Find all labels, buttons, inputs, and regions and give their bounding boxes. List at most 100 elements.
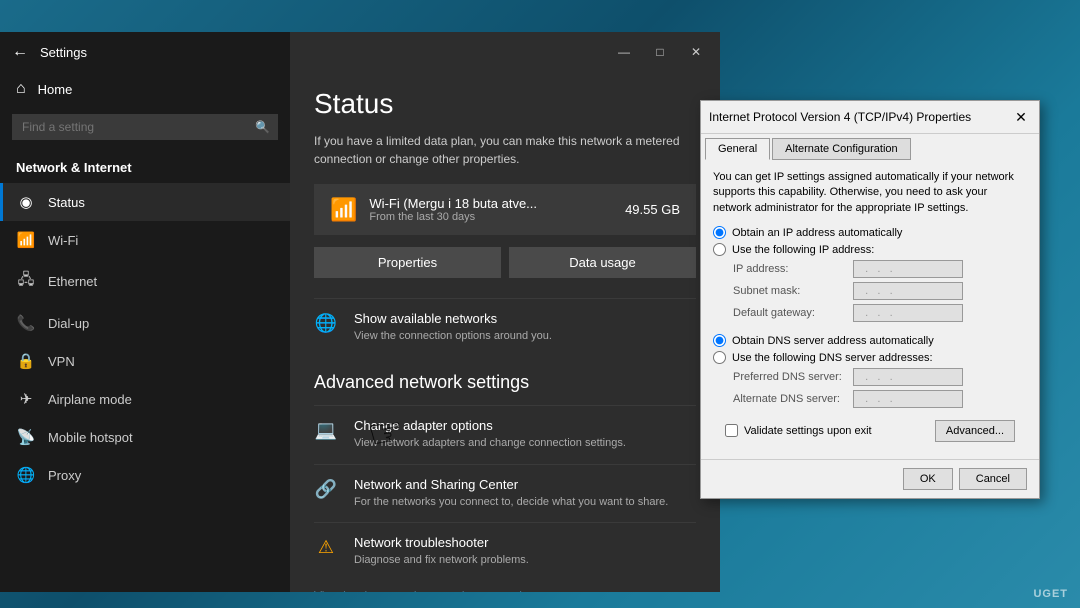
sidebar-item-hotspot[interactable]: 📡 Mobile hotspot [0,418,290,456]
dialog-title-label: Internet Protocol Version 4 (TCP/IPv4) P… [709,110,971,124]
alternate-dns-row: Alternate DNS server: [713,390,1027,408]
settings-title-label: Settings [40,45,87,60]
preferred-dns-input[interactable] [853,368,963,386]
maximize-button[interactable]: □ [644,36,676,68]
sidebar-item-dialup[interactable]: 📞 Dial-up [0,304,290,342]
cancel-button[interactable]: Cancel [959,468,1027,490]
airplane-icon: ✈ [16,390,36,408]
tcpip-dialog: Internet Protocol Version 4 (TCP/IPv4) P… [700,100,1040,499]
sharing-center-item[interactable]: 🔗 Network and Sharing Center For the net… [314,464,696,522]
nav-list: ◉ Status 📶 Wi-Fi 🖧 Ethernet 📞 Dial-up 🔒 … [0,183,290,592]
sharing-icon: 🔗 [314,479,338,500]
advanced-footer: Validate settings upon exit Advanced... [713,412,1027,449]
sharing-title: Network and Sharing Center [354,477,668,492]
radio-auto-dns[interactable]: Obtain DNS server address automatically [713,334,1027,347]
subnet-mask-row: Subnet mask: [713,282,1027,300]
proxy-label: Proxy [48,468,81,483]
troubleshooter-text: Network troubleshooter Diagnose and fix … [354,535,529,568]
alternate-dns-label: Alternate DNS server: [733,393,853,405]
subnet-mask-input[interactable] [853,282,963,300]
sidebar-item-proxy[interactable]: 🌐 Proxy [0,456,290,494]
airplane-label: Airplane mode [48,392,132,407]
preferred-dns-label: Preferred DNS server: [733,371,853,383]
sharing-desc: For the networks you connect to, decide … [354,495,668,510]
ok-button[interactable]: OK [903,468,953,490]
status-icon: ◉ [16,193,36,211]
radio-auto-ip[interactable]: Obtain an IP address automatically [713,226,1027,239]
validate-checkbox-row[interactable]: Validate settings upon exit [725,424,872,437]
warning-icon: ⚠ [314,537,338,558]
manual-dns-radio[interactable] [713,351,726,364]
section-label: Network & Internet [0,148,290,183]
main-titlebar: — □ ✕ [290,32,720,72]
dialog-desc: You can get IP settings assigned automat… [713,170,1027,216]
default-gateway-row: Default gateway: [713,304,1027,322]
show-networks-item[interactable]: 🌐 Show available networks View the conne… [314,298,696,356]
radio-manual-ip[interactable]: Use the following IP address: [713,243,1027,256]
networks-text: Show available networks View the connect… [354,311,552,344]
auto-dns-radio[interactable] [713,334,726,347]
default-gateway-input[interactable] [853,304,963,322]
page-title: Status [314,88,696,120]
dialog-titlebar: Internet Protocol Version 4 (TCP/IPv4) P… [701,101,1039,134]
dialog-body: You can get IP settings assigned automat… [701,160,1039,459]
tab-general[interactable]: General [705,138,770,160]
networks-title: Show available networks [354,311,552,326]
dialog-close-button[interactable]: ✕ [1011,107,1031,127]
data-usage-button[interactable]: Data usage [509,247,696,278]
ip-address-row: IP address: [713,260,1027,278]
home-icon: ⌂ [16,80,26,98]
advanced-button[interactable]: Advanced... [935,420,1015,442]
sidebar-item-status[interactable]: ◉ Status [0,183,290,221]
networks-desc: View the connection options around you. [354,329,552,344]
home-nav-item[interactable]: ⌂ Home [0,72,290,106]
sidebar-item-vpn[interactable]: 🔒 VPN [0,342,290,380]
search-input[interactable] [12,114,278,140]
manual-ip-label: Use the following IP address: [732,244,874,256]
hotspot-icon: 📡 [16,428,36,446]
search-box: 🔍 [12,114,278,140]
back-button[interactable]: ← [12,43,28,61]
troubleshooter-item[interactable]: ⚠ Network troubleshooter Diagnose and fi… [314,522,696,580]
view-hardware-link[interactable]: View hardware and connection properties [314,589,696,592]
dialog-footer: OK Cancel [701,459,1039,498]
main-panel: — □ ✕ Status If you have a limited data … [290,32,720,592]
troubleshooter-title: Network troubleshooter [354,535,529,550]
validate-checkbox[interactable] [725,424,738,437]
change-adapter-item[interactable]: 💻 Change adapter options View network ad… [314,405,696,463]
dialup-label: Dial-up [48,316,89,331]
dialog-tabs: General Alternate Configuration [701,134,1039,160]
home-label: Home [38,82,73,97]
default-gateway-label: Default gateway: [733,307,853,319]
wifi-card: 📶 Wi-Fi (Mergu i 18 buta atve... From th… [314,184,696,235]
radio-manual-dns[interactable]: Use the following DNS server addresses: [713,351,1027,364]
wifi-label: Wi-Fi [48,233,78,248]
wifi-card-icon: 📶 [330,197,357,223]
watermark: UGET [1033,588,1068,600]
tab-alternate[interactable]: Alternate Configuration [772,138,911,160]
adapter-desc: View network adapters and change connect… [354,436,626,451]
status-label: Status [48,195,85,210]
desktop: ← Settings ⌂ Home 🔍 Network & Internet ◉… [0,0,1080,608]
sidebar-item-wifi[interactable]: 📶 Wi-Fi [0,221,290,259]
properties-button[interactable]: Properties [314,247,501,278]
page-desc: If you have a limited data plan, you can… [314,132,696,168]
ip-address-input[interactable] [853,260,963,278]
vpn-icon: 🔒 [16,352,36,370]
wifi-name: Wi-Fi (Mergu i 18 buta atve... [369,196,625,211]
sidebar-item-airplane[interactable]: ✈ Airplane mode [0,380,290,418]
wifi-data: 49.55 GB [625,202,680,217]
settings-titlebar: ← Settings [0,32,290,72]
subnet-mask-label: Subnet mask: [733,285,853,297]
search-icon: 🔍 [255,120,270,134]
proxy-icon: 🌐 [16,466,36,484]
troubleshooter-desc: Diagnose and fix network problems. [354,553,529,568]
manual-ip-radio[interactable] [713,243,726,256]
close-button[interactable]: ✕ [680,36,712,68]
sidebar-item-ethernet[interactable]: 🖧 Ethernet [0,259,290,304]
alternate-dns-input[interactable] [853,390,963,408]
ip-address-label: IP address: [733,263,853,275]
preferred-dns-row: Preferred DNS server: [713,368,1027,386]
auto-ip-radio[interactable] [713,226,726,239]
minimize-button[interactable]: — [608,36,640,68]
